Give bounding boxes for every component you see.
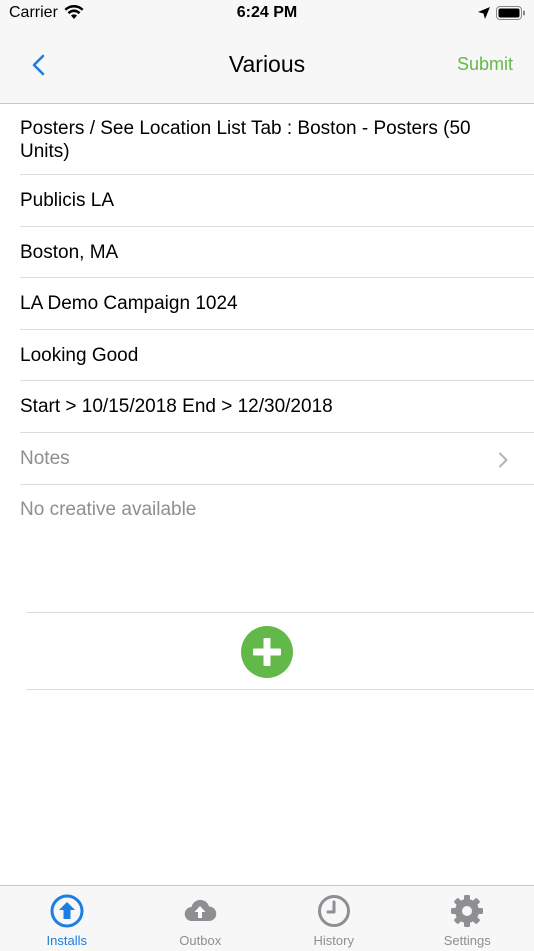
- gear-icon: [450, 894, 484, 928]
- submit-button[interactable]: Submit: [457, 54, 513, 75]
- campaign-name: LA Demo Campaign 1024: [20, 293, 238, 314]
- notes-label: Notes: [20, 448, 70, 469]
- creative-placeholder: No creative available: [0, 485, 534, 551]
- client-name: Publicis LA: [20, 190, 114, 211]
- status-row: Looking Good: [0, 330, 534, 382]
- upload-circle-icon: [50, 894, 84, 928]
- clock-icon: [317, 894, 351, 928]
- chevron-right-icon: [498, 451, 508, 474]
- notes-row[interactable]: Notes: [0, 433, 534, 485]
- location-name: Boston, MA: [20, 242, 118, 263]
- tab-installs[interactable]: Installs: [0, 886, 134, 951]
- clock-time: 6:24 PM: [0, 4, 534, 22]
- item-description: Posters / See Location List Tab : Boston…: [20, 118, 471, 162]
- tab-label: Outbox: [134, 933, 268, 948]
- detail-list: Posters / See Location List Tab : Boston…: [0, 104, 534, 551]
- add-photo-button[interactable]: [241, 626, 293, 678]
- tab-settings[interactable]: Settings: [401, 886, 534, 951]
- cloud-upload-icon: [183, 894, 217, 928]
- dates-row: Start > 10/15/2018 End > 12/30/2018: [0, 381, 534, 433]
- item-row: Posters / See Location List Tab : Boston…: [0, 104, 534, 175]
- tab-label: History: [267, 933, 401, 948]
- tab-history[interactable]: History: [267, 886, 401, 951]
- navigation-bar: Various Submit: [0, 26, 534, 104]
- divider-bottom: [26, 689, 534, 690]
- tab-label: Settings: [401, 933, 534, 948]
- divider-top: [26, 612, 534, 613]
- plus-circle-icon: [241, 626, 293, 678]
- status-bar: Carrier 6:24 PM: [0, 0, 534, 26]
- date-range: Start > 10/15/2018 End > 12/30/2018: [20, 396, 333, 417]
- status-text: Looking Good: [20, 345, 138, 366]
- campaign-row: LA Demo Campaign 1024: [0, 278, 534, 330]
- location-row: Boston, MA: [0, 227, 534, 279]
- row-divider: [20, 484, 534, 485]
- page-title: Various: [0, 51, 534, 78]
- client-row: Publicis LA: [0, 175, 534, 227]
- tab-bar: Installs Outbox History: [0, 885, 534, 951]
- tab-outbox[interactable]: Outbox: [134, 886, 268, 951]
- battery-icon: [496, 6, 526, 25]
- location-arrow-icon: [477, 6, 491, 25]
- tab-label: Installs: [0, 933, 134, 948]
